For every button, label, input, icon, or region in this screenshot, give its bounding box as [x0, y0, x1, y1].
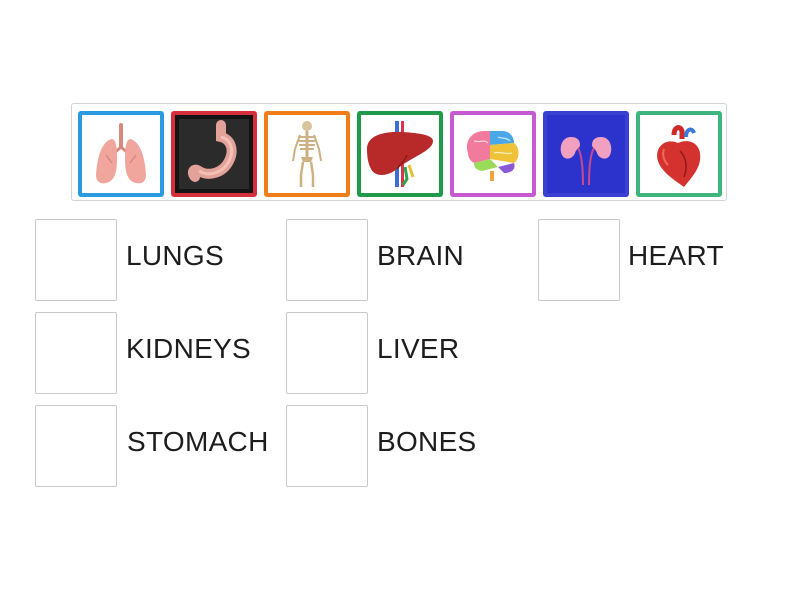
label-kidneys: KIDNEYS [126, 333, 252, 364]
drop-slot-stomach[interactable] [35, 405, 117, 487]
liver-icon [361, 115, 439, 193]
image-tray [71, 103, 727, 201]
label-heart: HEART [628, 240, 724, 271]
skeleton-card[interactable] [264, 111, 350, 197]
drop-slot-brain[interactable] [286, 219, 368, 301]
kidneys-card[interactable] [543, 111, 629, 197]
lungs-card[interactable] [78, 111, 164, 197]
stomach-icon [175, 115, 253, 193]
liver-card[interactable] [357, 111, 443, 197]
lungs-icon [82, 115, 160, 193]
kidneys-icon [547, 115, 625, 193]
drop-slot-lungs[interactable] [35, 219, 117, 301]
label-liver: LIVER [377, 333, 460, 364]
label-brain: BRAIN [377, 240, 465, 271]
drop-slot-liver[interactable] [286, 312, 368, 394]
drop-slot-kidneys[interactable] [35, 312, 117, 394]
label-stomach: STOMACH [127, 426, 269, 457]
skeleton-icon [268, 115, 346, 193]
drop-slot-heart[interactable] [538, 219, 620, 301]
stomach-card[interactable] [171, 111, 257, 197]
heart-card[interactable] [636, 111, 722, 197]
label-lungs: LUNGS [126, 240, 224, 271]
label-bones: BONES [377, 426, 477, 457]
brain-icon [454, 115, 532, 193]
brain-card[interactable] [450, 111, 536, 197]
heart-icon [640, 115, 718, 193]
drop-slot-bones[interactable] [286, 405, 368, 487]
